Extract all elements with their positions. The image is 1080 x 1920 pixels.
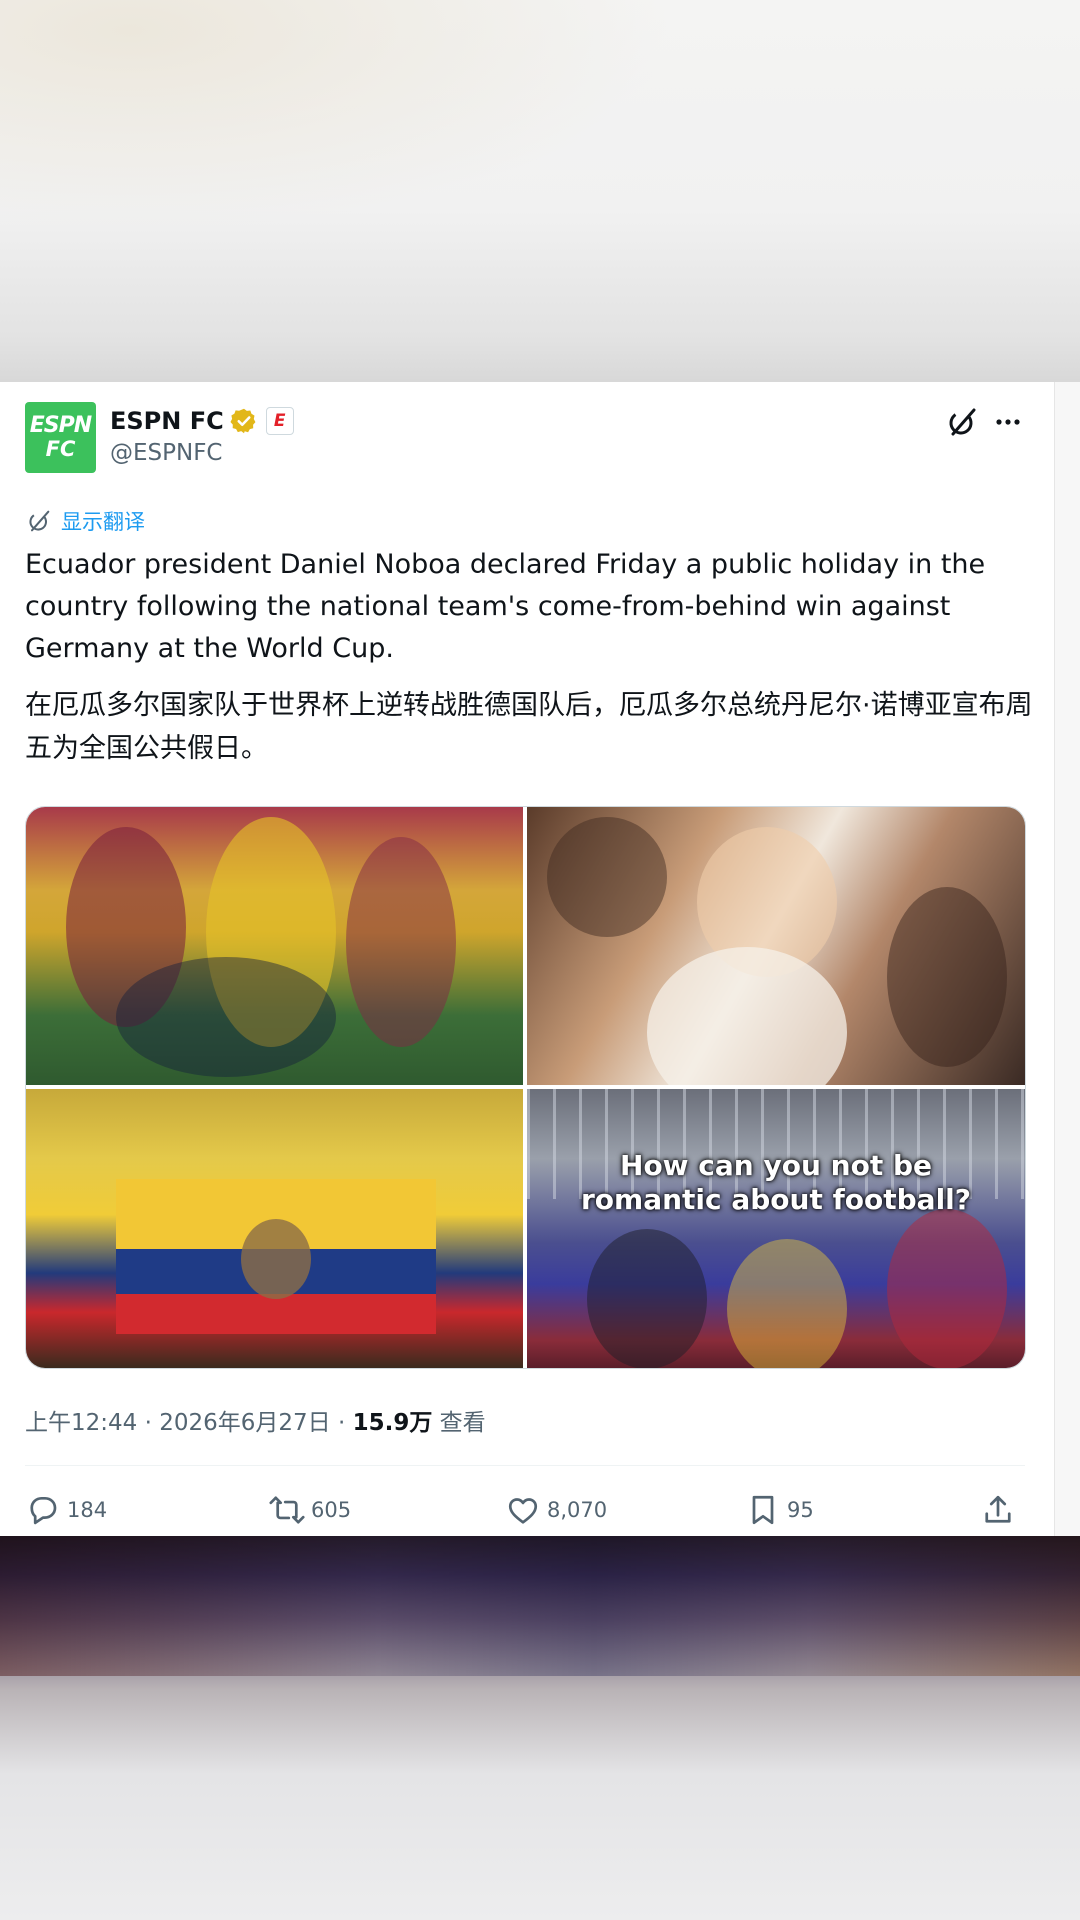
media-overlay-caption: How can you not be romantic about footba… [547, 1149, 1005, 1217]
author-handle[interactable]: @ESPNFC [110, 440, 223, 466]
grok-translate-icon [29, 510, 50, 532]
meta-separator: · [137, 1410, 160, 1436]
repost-icon [269, 1496, 305, 1524]
media-image-players-celebrating[interactable] [26, 807, 523, 1085]
verified-badge-icon [230, 408, 256, 434]
media-image-romantic-football[interactable]: How can you not be romantic about footba… [527, 1089, 1025, 1368]
avatar-text-line2: FC [45, 437, 76, 461]
grok-icon[interactable] [944, 404, 980, 440]
author-name[interactable]: ESPN FC [110, 407, 224, 435]
post-time[interactable]: 上午12:44 [25, 1410, 137, 1436]
repost-count: 605 [311, 1498, 352, 1522]
overlay-caption-line2: romantic about football? [580, 1183, 972, 1216]
media-image-ecuador-flag[interactable] [26, 1089, 523, 1368]
avatar-text-line1: ESPN [29, 413, 92, 438]
action-bar: 184 605 8,070 95 [25, 1490, 1025, 1530]
more-options-icon[interactable] [990, 404, 1026, 440]
views-count[interactable]: 15.9万 [353, 1410, 433, 1436]
like-button[interactable]: 8,070 [505, 1490, 607, 1530]
media-image-coach-with-fans[interactable] [527, 807, 1025, 1085]
avatar[interactable]: ESPN FC [25, 402, 96, 473]
share-icon [985, 1495, 1011, 1523]
show-translation-button[interactable]: 显示翻译 [25, 506, 145, 536]
post-text: Ecuador president Daniel Noboa declared … [25, 549, 986, 664]
views-label: 查看 [432, 1410, 486, 1436]
like-count: 8,070 [547, 1498, 608, 1522]
reply-count: 184 [67, 1498, 108, 1522]
post-metadata: 上午12:44 · 2026年6月27日 · 15.9万 查看 [25, 1403, 486, 1437]
divider [25, 1465, 1025, 1466]
repost-button[interactable]: 605 [269, 1490, 351, 1530]
bookmark-icon [752, 1495, 774, 1525]
card-edge [1054, 382, 1080, 1536]
blurred-background-top [0, 0, 1080, 382]
reply-button[interactable]: 184 [25, 1490, 107, 1530]
heart-icon [508, 1498, 538, 1524]
meta-separator-2: · [330, 1410, 353, 1436]
media-grid: How can you not be romantic about footba… [25, 806, 1026, 1369]
affiliate-badge-icon[interactable]: E [265, 407, 294, 435]
bookmark-count: 95 [787, 1498, 814, 1522]
bookmark-button[interactable]: 95 [745, 1490, 814, 1530]
post-date[interactable]: 2026年6月27日 [159, 1410, 330, 1436]
post-translated-text: 在厄瓜多尔国家队于世界杯上逆转战胜德国队后，厄瓜多尔总统丹尼尔·诺博亚宣布周五为… [25, 690, 1033, 764]
blurred-background-bottom [0, 1536, 1080, 1920]
show-translation-label: 显示翻译 [61, 510, 145, 534]
share-button[interactable] [980, 1490, 1016, 1530]
author-row: ESPN FC E [110, 404, 294, 438]
overlay-caption-line1: How can you not be [620, 1149, 932, 1182]
reply-icon [30, 1496, 57, 1525]
